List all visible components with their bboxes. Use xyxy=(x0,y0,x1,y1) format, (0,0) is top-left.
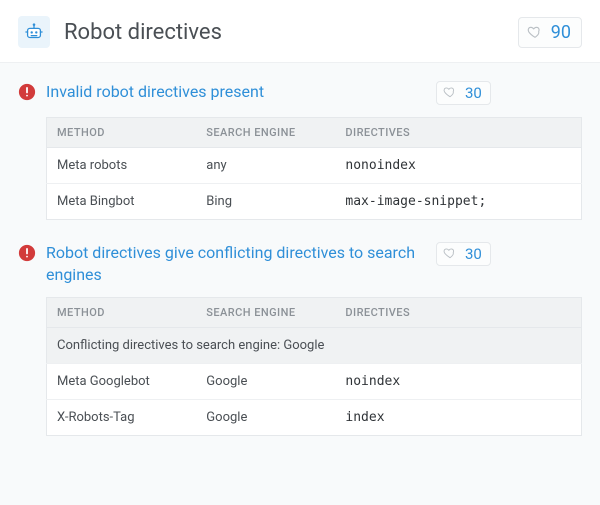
heart-icon xyxy=(527,24,543,40)
issue-score-badge[interactable]: 30 xyxy=(436,81,491,105)
table-group-row: Conflicting directives to search engine:… xyxy=(47,328,582,364)
directives-table-conflicting: METHOD SEARCH ENGINE DIRECTIVES Conflict… xyxy=(46,297,582,436)
robot-icon xyxy=(18,16,50,48)
col-header-directives: DIRECTIVES xyxy=(335,118,581,148)
page-score-badge[interactable]: 90 xyxy=(518,17,582,48)
cell-engine: any xyxy=(196,148,335,184)
alert-icon xyxy=(18,244,36,262)
page-header: Robot directives 90 xyxy=(0,0,600,63)
issues-content: Invalid robot directives present 30 METH… xyxy=(0,63,600,505)
table-header-row: METHOD SEARCH ENGINE DIRECTIVES xyxy=(47,118,582,148)
page-title: Robot directives xyxy=(64,20,518,45)
col-header-method: METHOD xyxy=(47,298,197,328)
table-row: Meta Googlebot Google noindex xyxy=(47,364,582,400)
table-row: Meta Bingbot Bing max-image-snippet; xyxy=(47,184,582,220)
directives-table-invalid: METHOD SEARCH ENGINE DIRECTIVES Meta rob… xyxy=(46,117,582,220)
cell-engine: Google xyxy=(196,364,335,400)
page-root: Robot directives 90 Invali xyxy=(0,0,600,505)
cell-directives: noindex xyxy=(335,364,581,400)
alert-icon xyxy=(18,83,36,101)
issue-score-badge[interactable]: 30 xyxy=(436,242,491,266)
issue-block-invalid: Invalid robot directives present 30 METH… xyxy=(18,81,582,220)
group-row-label: Conflicting directives to search engine:… xyxy=(47,328,582,364)
cell-engine: Bing xyxy=(196,184,335,220)
cell-method: Meta robots xyxy=(47,148,197,184)
issue-block-conflicting: Robot directives give conflicting direct… xyxy=(18,242,582,436)
cell-method: X-Robots-Tag xyxy=(47,400,197,436)
issue-score-value: 30 xyxy=(465,245,482,263)
cell-directives: index xyxy=(335,400,581,436)
issue-score-value: 30 xyxy=(465,84,482,102)
table-header-row: METHOD SEARCH ENGINE DIRECTIVES xyxy=(47,298,582,328)
cell-method: Meta Bingbot xyxy=(47,184,197,220)
cell-method: Meta Googlebot xyxy=(47,364,197,400)
cell-directives: nonoindex xyxy=(335,148,581,184)
issue-title-link[interactable]: Robot directives give conflicting direct… xyxy=(46,242,426,285)
issue-title-link[interactable]: Invalid robot directives present xyxy=(46,81,426,103)
issue-header: Invalid robot directives present 30 xyxy=(18,81,582,105)
table-row: X-Robots-Tag Google index xyxy=(47,400,582,436)
col-header-method: METHOD xyxy=(47,118,197,148)
issue-header: Robot directives give conflicting direct… xyxy=(18,242,582,285)
heart-icon xyxy=(443,85,459,101)
cell-directives: max-image-snippet; xyxy=(335,184,581,220)
col-header-engine: SEARCH ENGINE xyxy=(196,118,335,148)
cell-engine: Google xyxy=(196,400,335,436)
table-row: Meta robots any nonoindex xyxy=(47,148,582,184)
page-score-value: 90 xyxy=(551,22,571,43)
col-header-engine: SEARCH ENGINE xyxy=(196,298,335,328)
col-header-directives: DIRECTIVES xyxy=(335,298,581,328)
heart-icon xyxy=(443,246,459,262)
